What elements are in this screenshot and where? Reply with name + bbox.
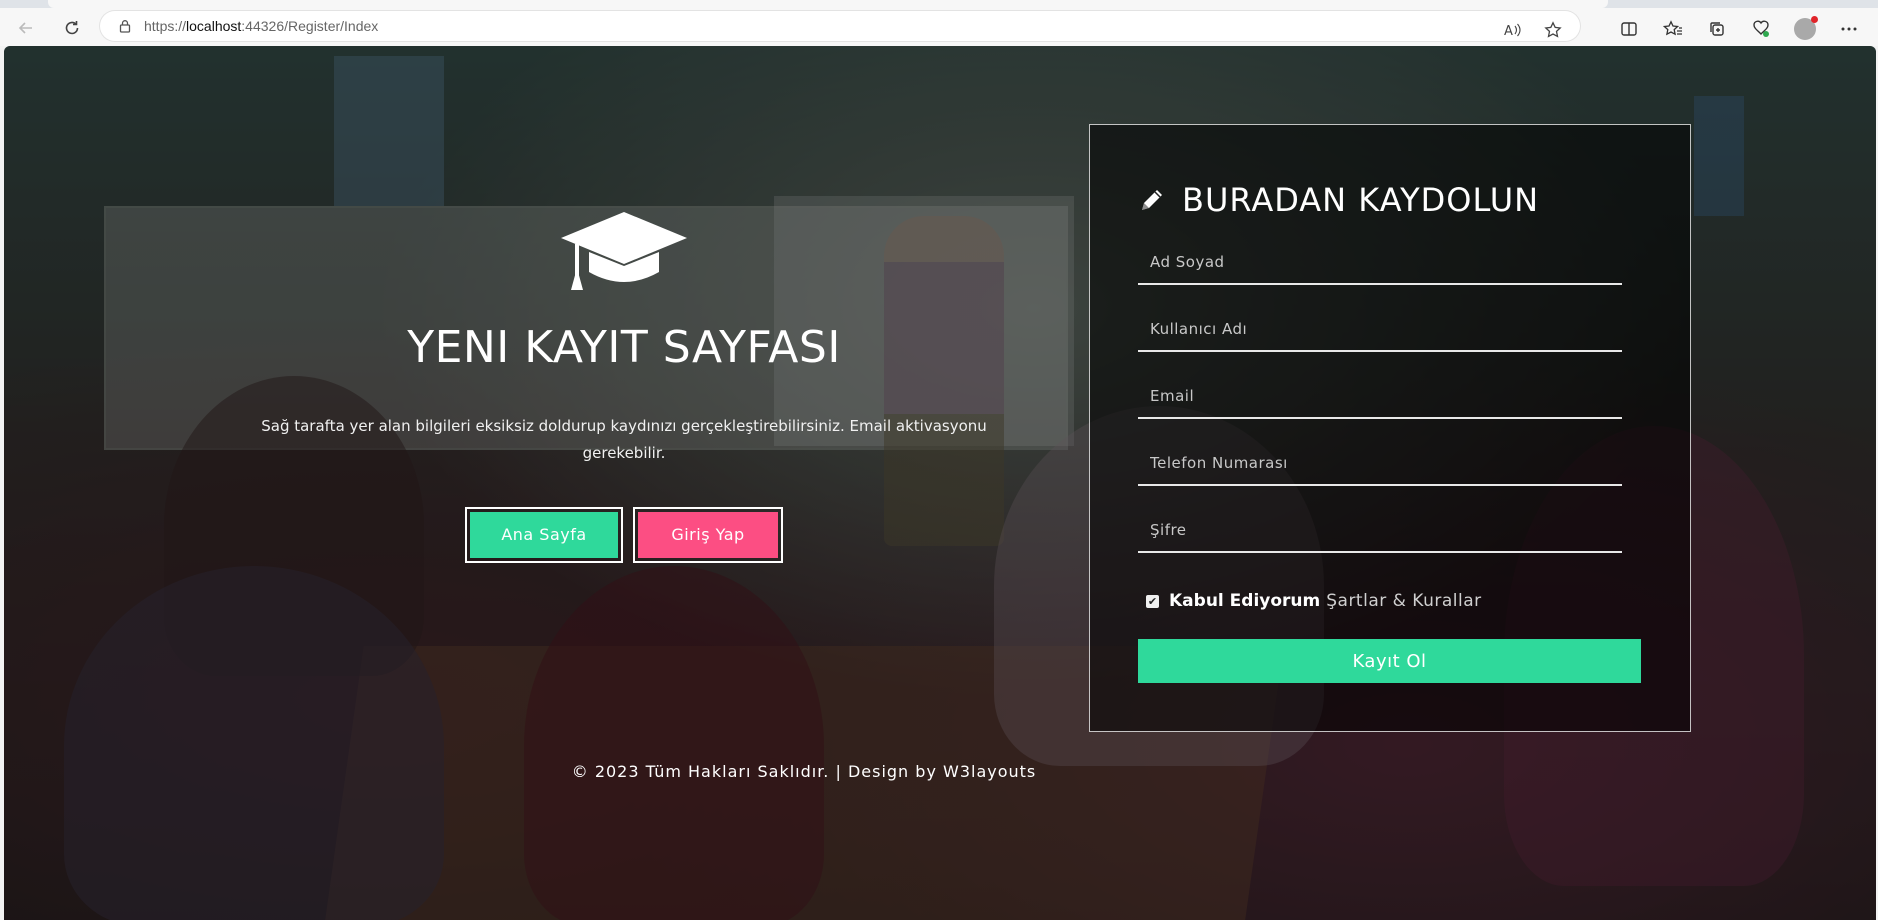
profile-avatar[interactable] xyxy=(1792,16,1818,42)
password-input[interactable] xyxy=(1138,511,1622,549)
notification-dot xyxy=(1811,16,1818,23)
username-input[interactable] xyxy=(1138,310,1622,348)
home-button[interactable]: Ana Sayfa xyxy=(470,512,618,558)
extensions-icon[interactable] xyxy=(1748,16,1774,42)
fullname-field xyxy=(1138,243,1622,285)
checkbox-check-icon: ✔ xyxy=(1147,594,1158,608)
svg-text:A: A xyxy=(1504,24,1513,38)
page-description: Sağ tarafta yer alan bilgileri eksiksiz … xyxy=(261,417,987,462)
password-field xyxy=(1138,511,1622,553)
pencil-icon xyxy=(1142,190,1162,210)
page-viewport: YENI KAYIT SAYFASI Sağ tarafta yer alan … xyxy=(4,46,1876,920)
phone-field xyxy=(1138,444,1622,486)
read-aloud-icon[interactable]: A xyxy=(1500,17,1526,43)
favorite-star-icon[interactable] xyxy=(1540,17,1566,43)
url-path: :44326/Register/Index xyxy=(241,18,379,34)
collections-icon[interactable] xyxy=(1704,16,1730,42)
refresh-icon[interactable] xyxy=(58,14,86,42)
url-host: localhost xyxy=(186,18,242,34)
page-title: YENI KAYIT SAYFASI xyxy=(407,322,841,373)
more-icon[interactable] xyxy=(1836,16,1862,42)
terms-row: ✔ Kabul Ediyorum Şartlar & Kurallar xyxy=(1146,591,1482,611)
graduation-cap-icon xyxy=(561,212,687,290)
tab-strip xyxy=(0,0,1878,8)
register-form-panel: BURADAN KAYDOLUN ✔ Kabul Ediyorum Şartla… xyxy=(1089,124,1691,732)
favorites-icon[interactable] xyxy=(1660,16,1686,42)
address-bar[interactable]: https://localhost:44326/Register/Index A xyxy=(100,11,1580,41)
lock-icon[interactable] xyxy=(118,19,132,33)
split-screen-icon[interactable] xyxy=(1616,16,1642,42)
terms-checkbox[interactable]: ✔ xyxy=(1146,594,1159,608)
email-input[interactable] xyxy=(1138,377,1622,415)
login-button-frame: Giriş Yap xyxy=(633,507,783,563)
active-tab[interactable] xyxy=(48,0,1608,8)
register-submit-button[interactable]: Kayıt Ol xyxy=(1138,639,1641,683)
phone-input[interactable] xyxy=(1138,444,1622,482)
username-field xyxy=(1138,310,1622,352)
hero-section: YENI KAYIT SAYFASI Sağ tarafta yer alan … xyxy=(234,206,1014,563)
accept-label: Kabul Ediyorum xyxy=(1169,591,1321,611)
fullname-input[interactable] xyxy=(1138,243,1622,281)
footer-copyright: © 2023 Tüm Hakları Saklıdır. | Design by… xyxy=(571,762,1037,781)
browser-toolbar: https://localhost:44326/Register/Index A xyxy=(0,8,1878,46)
terms-link[interactable]: Şartlar & Kurallar xyxy=(1326,591,1481,611)
form-title: BURADAN KAYDOLUN xyxy=(1182,181,1540,219)
login-button[interactable]: Giriş Yap xyxy=(638,512,778,558)
url-text[interactable]: https://localhost:44326/Register/Index xyxy=(144,18,378,34)
home-button-frame: Ana Sayfa xyxy=(465,507,623,563)
url-prefix: https:// xyxy=(144,18,187,34)
email-field xyxy=(1138,377,1622,419)
back-arrow-icon[interactable] xyxy=(12,14,40,42)
